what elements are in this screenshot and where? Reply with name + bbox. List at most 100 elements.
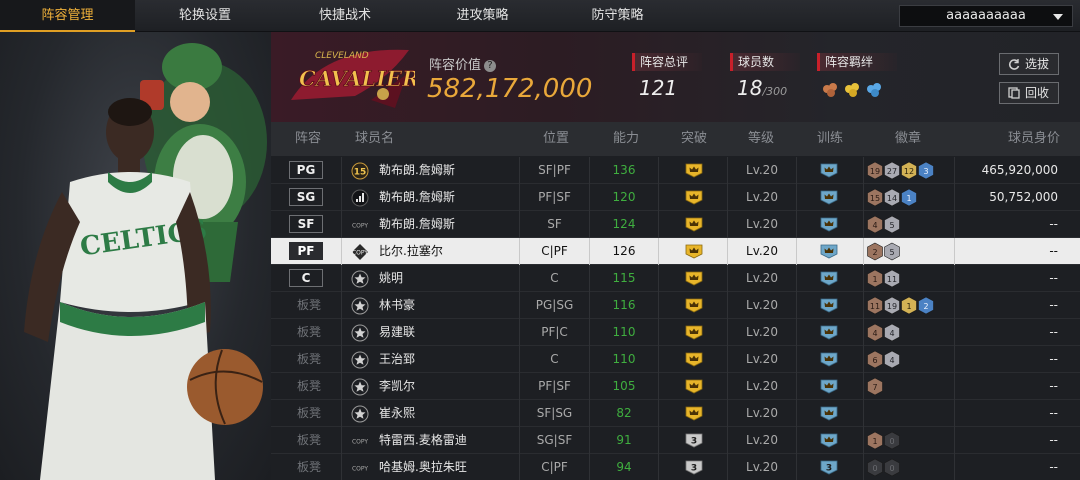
player-name[interactable]: 王治郅 [379, 346, 415, 373]
player-value: -- [1049, 217, 1058, 231]
help-icon[interactable]: ? [484, 60, 497, 72]
player-name[interactable]: 特雷西.麦格雷迪 [379, 427, 467, 454]
table-row[interactable]: 板凳 崔永熙 SF|SG 82 Lv.20 -- [271, 400, 1080, 427]
table-row[interactable]: 板凳 王治郅 C 110 Lv.20 6 4 -- [271, 346, 1080, 373]
badge-medal: 1 [867, 269, 883, 288]
badge-list: 45 [867, 215, 957, 234]
position-slot-badge[interactable]: C [289, 269, 323, 287]
player-name[interactable]: 易建联 [379, 319, 415, 346]
player-level: Lv.20 [727, 427, 796, 454]
bond-icons[interactable] [821, 80, 891, 98]
copy-icon: COPY [351, 432, 369, 450]
player-name[interactable]: 哈基姆.奥拉朱旺 [379, 454, 467, 480]
badge-list: 44 [867, 323, 957, 342]
training-crown-icon [820, 217, 838, 232]
svg-text:COPY: COPY [352, 439, 368, 446]
table-row[interactable]: C 姚明 C 115 Lv.20 1 11 -- [271, 265, 1080, 292]
tab-quick-tactics[interactable]: 快捷战术 [275, 0, 415, 32]
table-row[interactable]: SF COPY 勒布朗.詹姆斯 SF 124 Lv.20 4 5 -- [271, 211, 1080, 238]
training-crown-icon [820, 298, 838, 313]
player-ability: 120 [589, 184, 658, 211]
badge-medal: 19 [867, 161, 883, 180]
logo-wordmark: CAVALIERS [299, 66, 415, 91]
name-divider [341, 211, 342, 238]
star-icon [351, 405, 369, 423]
player-value: -- [1049, 271, 1058, 285]
badge-medal: 3 [918, 161, 934, 180]
player-position: C [519, 346, 589, 373]
player-value: -- [1049, 352, 1058, 366]
badge-count: 6 [872, 356, 877, 365]
table-row[interactable]: PF COPY 比尔.拉塞尔 C|PF 126 Lv.20 2 5 -- [271, 238, 1080, 265]
player-name[interactable]: 勒布朗.詹姆斯 [379, 184, 455, 211]
tab-offense[interactable]: 进攻策略 [415, 0, 550, 32]
training-level-icon: 3 [820, 460, 838, 475]
svg-text:COPY: COPY [352, 223, 368, 230]
training-crown-icon [820, 163, 838, 178]
badge-count: 4 [889, 356, 894, 365]
player-illustration: CELTICS 6 [24, 43, 267, 480]
copy-icon: COPY [351, 216, 369, 234]
training-crown-icon [820, 406, 838, 421]
training-crown-icon [820, 244, 838, 259]
player-name[interactable]: 勒布朗.詹姆斯 [379, 211, 455, 238]
training-crown-icon [820, 190, 838, 205]
rating-value: 121 [639, 76, 678, 100]
badge-count: 19 [887, 302, 897, 311]
svg-text:COPY: COPY [352, 250, 368, 257]
player-ability: 82 [589, 400, 658, 427]
badge-list: 11 19 1 2 [867, 296, 957, 315]
player-name[interactable]: 勒布朗.詹姆斯 [379, 157, 455, 184]
recycle-button[interactable]: 回收 [999, 82, 1059, 104]
position-slot-badge[interactable]: SF [289, 215, 323, 233]
breakthrough-crown-icon [685, 352, 703, 367]
badge-medal: 15 [867, 188, 883, 207]
table-row[interactable]: 板凳 易建联 PF|C 110 Lv.20 4 4 -- [271, 319, 1080, 346]
table-row[interactable]: 板凳 林书豪 PG|SG 116 Lv.20 11 19 1 2 -- [271, 292, 1080, 319]
badge-medal: 12 [901, 161, 917, 180]
badge-count: 1 [906, 302, 911, 311]
table-row[interactable]: PG 15 勒布朗.詹姆斯 SF|PF 136 Lv.20 19 27 12 3 465,920,0… [271, 157, 1080, 184]
lineup-value: 582,172,000 [427, 74, 593, 104]
player-position: C [519, 265, 589, 292]
name-divider [341, 319, 342, 346]
badge-count: 5 [889, 248, 894, 257]
position-slot-badge[interactable]: PF [289, 242, 323, 260]
badge-medal: 0 [884, 431, 900, 450]
star-icon [351, 270, 369, 288]
table-row[interactable]: 板凳 COPY 特雷西.麦格雷迪 SG|SF 91 Lv.20 3 1 0 -- [271, 427, 1080, 454]
position-slot-badge[interactable]: PG [289, 161, 323, 179]
player-name[interactable]: 林书豪 [379, 292, 415, 319]
lineup-dropdown[interactable]: aaaaaaaaaa [899, 5, 1073, 27]
player-name[interactable]: 姚明 [379, 265, 403, 292]
name-divider [341, 427, 342, 454]
select-button-label: 选拔 [1024, 57, 1049, 71]
badge-list: 7 [867, 377, 957, 396]
breakthrough-crown-icon [685, 190, 703, 205]
badge-medal: 1 [867, 431, 883, 450]
top-nav: 阵容管理 轮换设置 快捷战术 进攻策略 防守策略 aaaaaaaaaa [0, 0, 1080, 32]
svg-text:3: 3 [826, 464, 832, 474]
badge-medal: 14 [884, 188, 900, 207]
position-slot-badge[interactable]: SG [289, 188, 323, 206]
player-name[interactable]: 比尔.拉塞尔 [379, 238, 443, 265]
player-count-label: 球员数 [730, 53, 800, 71]
badge-list: 15 14 1 [867, 188, 957, 207]
select-button[interactable]: 选拔 [999, 53, 1059, 75]
tab-lineup[interactable]: 阵容管理 [0, 0, 135, 32]
table-row[interactable]: 板凳 COPY 哈基姆.奥拉朱旺 C|PF 94 Lv.20 3 3 0 0 -- [271, 454, 1080, 480]
col-training: 训练 [817, 131, 844, 146]
player-name[interactable]: 李凯尔 [379, 373, 415, 400]
tab-defense[interactable]: 防守策略 [550, 0, 685, 32]
table-row[interactable]: SG 勒布朗.詹姆斯 PF|SF 120 Lv.20 15 14 1 50,752,000 [271, 184, 1080, 211]
bond-icon [845, 83, 859, 97]
player-ability: 136 [589, 157, 658, 184]
player-ability: 116 [589, 292, 658, 319]
player-name[interactable]: 崔永熙 [379, 400, 415, 427]
badge-count: 0 [872, 464, 877, 473]
breakthrough-crown-icon [685, 379, 703, 394]
col-breakthrough: 突破 [681, 131, 708, 146]
player-level: Lv.20 [727, 211, 796, 238]
table-row[interactable]: 板凳 李凯尔 PF|SF 105 Lv.20 7 -- [271, 373, 1080, 400]
tab-rotation[interactable]: 轮换设置 [135, 0, 275, 32]
